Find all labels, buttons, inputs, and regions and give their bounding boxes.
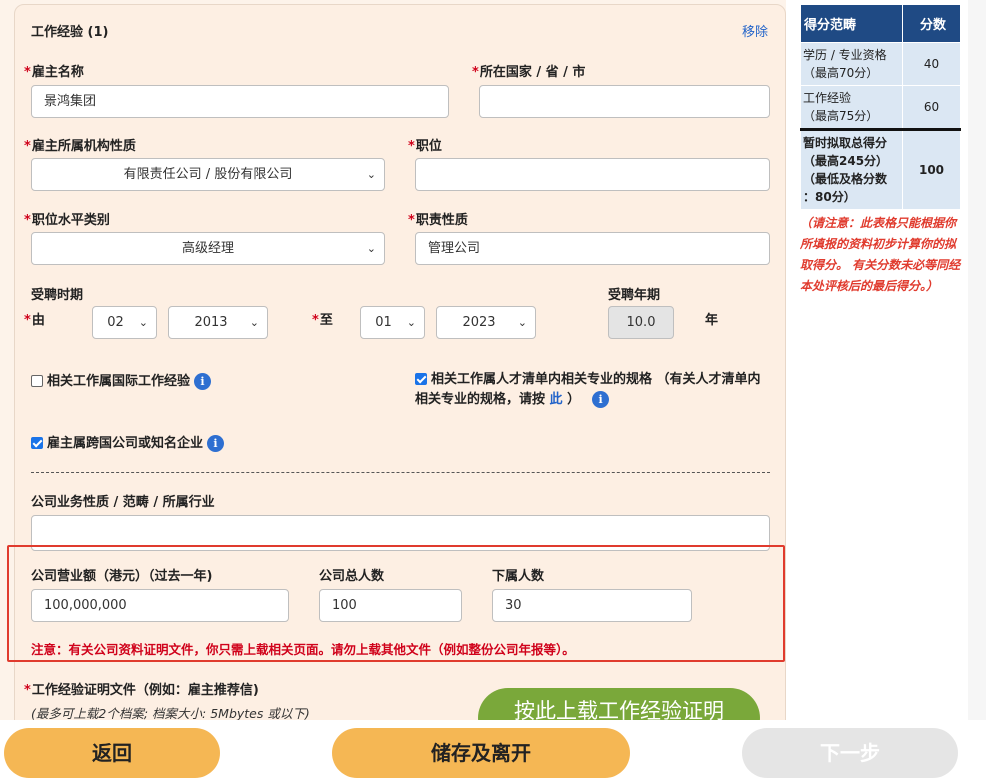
total-row: 暂时拟取总得分 （最高245分） （最低及格分数 ：80分） 100 xyxy=(801,130,961,210)
chevron-down-icon: ⌄ xyxy=(518,307,527,338)
to-month-select[interactable]: 01⌄ xyxy=(360,306,425,339)
total-sub3: ：80分） xyxy=(803,190,856,204)
chevron-down-icon: ⌄ xyxy=(367,233,376,264)
total-sub1: （最高245分） xyxy=(803,154,888,168)
talent-list-link[interactable]: 此 xyxy=(550,392,563,407)
level-select[interactable]: 高级经理⌄ xyxy=(31,232,385,265)
years-label: 受聘年期 xyxy=(608,284,660,303)
employer-name-label: *雇主名称 xyxy=(24,61,84,80)
turnover-input[interactable]: 100,000,000 xyxy=(31,589,289,622)
subordinates-input[interactable]: 30 xyxy=(492,589,692,622)
checkbox-icon[interactable] xyxy=(31,375,43,387)
chevron-down-icon: ⌄ xyxy=(407,307,416,338)
to-year-select[interactable]: 2023⌄ xyxy=(436,306,536,339)
score-header-points: 分数 xyxy=(903,5,961,43)
from-label: *由 xyxy=(24,309,45,328)
next-button[interactable]: 下一步 xyxy=(742,728,958,778)
turnover-label: 公司营业额（港元）（过去一年) xyxy=(31,565,212,584)
position-label: *职位 xyxy=(408,135,442,154)
years-unit: 年 xyxy=(705,309,718,328)
score-row-value: 60 xyxy=(903,86,961,130)
employer-name-input[interactable]: 景鸿集团 xyxy=(31,85,449,118)
info-icon[interactable]: i xyxy=(592,391,609,408)
score-row-name: 学历 / 专业资格 xyxy=(803,48,887,62)
score-row-sub: （最高70分） xyxy=(803,66,878,80)
total-name: 暂时拟取总得分 xyxy=(803,136,887,150)
table-row: 工作经验 （最高75分） 60 xyxy=(801,86,961,130)
org-nature-label: *雇主所属机构性质 xyxy=(24,135,136,154)
section-title: 工作经验 (1) xyxy=(31,21,108,40)
save-exit-button[interactable]: 储存及离开 xyxy=(332,728,630,778)
country-label: *所在国家 / 省 / 市 xyxy=(472,61,585,80)
multinational-row[interactable]: 雇主属跨国公司或知名企业i xyxy=(31,432,224,452)
checkbox-icon[interactable] xyxy=(31,437,43,449)
score-panel: 得分范畴 分数 学历 / 专业资格 （最高70分） 40 工作经验 （最高75分） … xyxy=(800,4,962,297)
proof-label: *工作经验证明文件（例如：雇主推荐信) xyxy=(24,679,259,698)
duty-label: *职责性质 xyxy=(408,209,468,228)
score-note: （请注意：此表格只能根据你所填报的资料初步计算你的拟取得分。 有关分数未必等同经… xyxy=(800,213,962,297)
scroll-strip xyxy=(968,0,986,720)
remove-link[interactable]: 移除 xyxy=(742,21,768,40)
info-icon[interactable]: i xyxy=(207,435,224,452)
headcount-input[interactable]: 100 xyxy=(319,589,462,622)
years-readonly: 10.0 xyxy=(608,306,674,339)
from-month-select[interactable]: 02⌄ xyxy=(92,306,157,339)
score-row-name: 工作经验 xyxy=(803,91,851,105)
bottom-bar: 返回 储存及离开 下一步 xyxy=(0,720,986,782)
back-button[interactable]: 返回 xyxy=(4,728,220,778)
business-nature-label: 公司业务性质 / 范畴 / 所属行业 xyxy=(31,491,215,510)
talent-list-row[interactable]: 相关工作属人才清单内相关专业的规格 （有关人才清单内相关专业的规格，请按 此 ）… xyxy=(415,370,770,410)
checkbox-icon[interactable] xyxy=(415,373,427,385)
to-label: *至 xyxy=(312,309,333,328)
score-row-value: 40 xyxy=(903,43,961,86)
total-score: 100 xyxy=(903,130,961,210)
country-input[interactable] xyxy=(479,85,770,118)
duty-input[interactable]: 管理公司 xyxy=(415,232,770,265)
period-label: 受聘时期 xyxy=(31,284,83,303)
chevron-down-icon: ⌄ xyxy=(250,307,259,338)
score-header-category: 得分范畴 xyxy=(801,5,903,43)
headcount-label: 公司总人数 xyxy=(319,565,384,584)
chevron-down-icon: ⌄ xyxy=(367,159,376,190)
notice-text: 注意：有关公司资料证明文件，你只需上载相关页面。请勿上载其他文件（例如整份公司年… xyxy=(31,639,575,658)
table-row: 学历 / 专业资格 （最高70分） 40 xyxy=(801,43,961,86)
divider xyxy=(31,472,770,473)
score-table: 得分范畴 分数 学历 / 专业资格 （最高70分） 40 工作经验 （最高75分） … xyxy=(800,4,961,210)
level-label: *职位水平类别 xyxy=(24,209,110,228)
org-nature-select[interactable]: 有限责任公司 / 股份有限公司⌄ xyxy=(31,158,385,191)
intl-exp-row[interactable]: 相关工作属国际工作经验i xyxy=(31,370,211,390)
score-row-sub: （最高75分） xyxy=(803,109,878,123)
position-input[interactable] xyxy=(415,158,770,191)
subordinates-label: 下属人数 xyxy=(492,565,544,584)
from-year-select[interactable]: 2013⌄ xyxy=(168,306,268,339)
chevron-down-icon: ⌄ xyxy=(139,307,148,338)
info-icon[interactable]: i xyxy=(194,373,211,390)
total-sub2: （最低及格分数 xyxy=(803,172,887,186)
